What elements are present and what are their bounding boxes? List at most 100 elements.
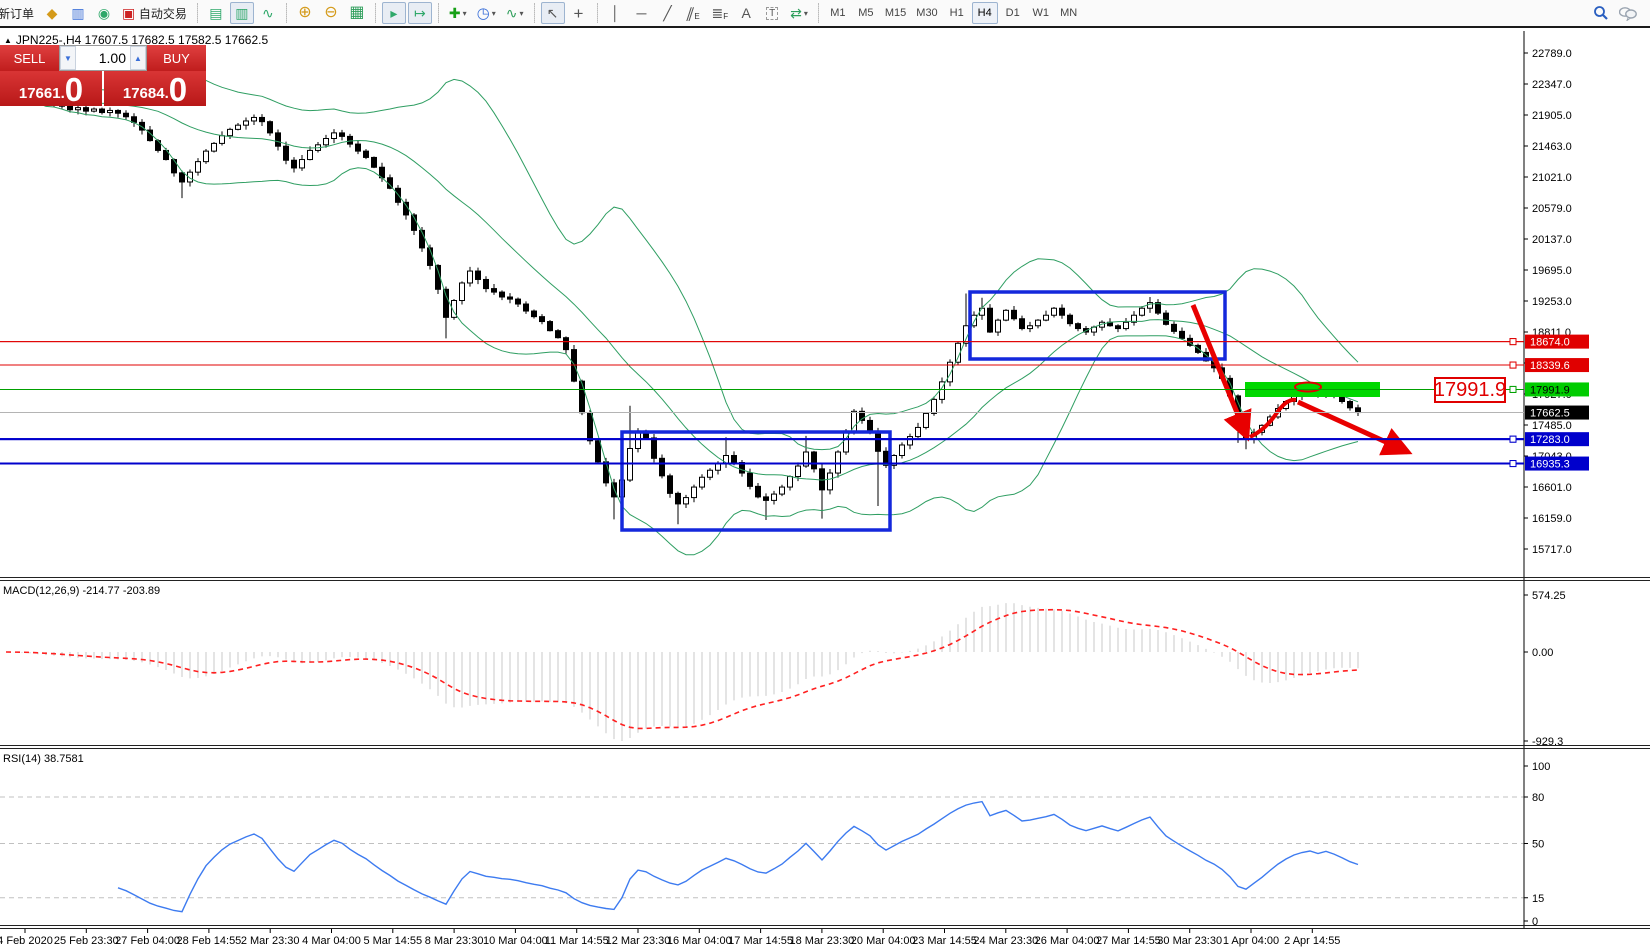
bollinger-upper-line	[38, 75, 1358, 450]
consolidation-box-1[interactable]	[622, 432, 890, 530]
buy-button[interactable]: BUY	[147, 45, 206, 71]
candle-body	[492, 289, 497, 293]
candle-body	[564, 338, 569, 350]
buy-price-button[interactable]: 17684.0	[104, 71, 206, 106]
candle-body	[1052, 308, 1057, 315]
date-axis-label: 4 Feb 2020	[0, 935, 53, 947]
candle-body	[660, 458, 665, 476]
macd-axis-label: 0.00	[1532, 647, 1553, 659]
date-axis-label: 30 Mar 23:30	[1157, 935, 1222, 947]
collapse-icon[interactable]: ▲	[4, 36, 12, 45]
rsi-axis-label: 50	[1532, 839, 1544, 851]
price-callout[interactable]: 17991.9	[1434, 377, 1506, 403]
candle-body	[700, 477, 705, 487]
sell-button[interactable]: SELL	[0, 45, 59, 71]
candle-body	[924, 413, 929, 427]
candle-body	[1028, 326, 1033, 329]
price-axis-label: 22789.0	[1532, 48, 1572, 60]
macd-axis-label: -929.3	[1532, 736, 1563, 748]
volume-increase-button[interactable]: ▲	[130, 46, 146, 70]
candle-body	[780, 487, 785, 494]
candle-body	[852, 411, 857, 431]
rsi-line	[118, 802, 1358, 912]
candle-body	[604, 462, 609, 483]
candle-body	[988, 308, 993, 332]
candle-body	[548, 322, 553, 331]
candle-body	[108, 110, 113, 112]
candle-body	[276, 133, 281, 146]
rsi-label: RSI(14) 38.7581	[3, 753, 84, 765]
candle-body	[484, 279, 489, 288]
level-handle[interactable]	[1510, 362, 1516, 368]
bounce-curve[interactable]	[1250, 400, 1296, 437]
sell-price-pip: 0	[65, 75, 83, 105]
buy-price-pip: 0	[169, 75, 187, 105]
price-axis-label: 19695.0	[1532, 265, 1572, 277]
candle-body	[92, 109, 97, 111]
candle-body	[524, 304, 529, 311]
candle-body	[244, 121, 249, 125]
candle-body	[668, 476, 673, 494]
candle-body	[932, 399, 937, 413]
candle-body	[876, 431, 881, 451]
date-axis-label: 23 Mar 14:55	[912, 935, 977, 947]
candle-body	[820, 469, 825, 490]
candle-body	[796, 466, 801, 477]
level-handle[interactable]	[1510, 461, 1516, 467]
price-axis-label: 21021.0	[1532, 172, 1572, 184]
candle-body	[508, 297, 513, 299]
candle-body	[588, 413, 593, 441]
indicator-panes-layer	[0, 603, 1524, 912]
date-axis-label: 20 Mar 04:00	[851, 935, 916, 947]
candle-body	[996, 320, 1001, 332]
macd-label: MACD(12,26,9) -214.77 -203.89	[3, 585, 160, 597]
candle-body	[308, 150, 313, 159]
trend-arrow-1[interactable]	[1193, 305, 1247, 437]
candle-body	[220, 136, 225, 144]
candle-body	[1172, 324, 1177, 331]
candle-body	[540, 317, 545, 322]
volume-decrease-button[interactable]: ▼	[60, 46, 76, 70]
candle-body	[228, 129, 233, 135]
candle-body	[692, 487, 697, 498]
candle-body	[268, 122, 273, 133]
candle-body	[1164, 313, 1169, 324]
candle-body	[812, 452, 817, 469]
candle-body	[652, 438, 657, 458]
candle-body	[100, 109, 105, 113]
price-axis-label: 22347.0	[1532, 79, 1572, 91]
price-axis-label: 21905.0	[1532, 110, 1572, 122]
candle-body	[580, 381, 585, 413]
candle-body	[916, 427, 921, 436]
candle-body	[124, 113, 129, 117]
candle-body	[772, 494, 777, 500]
macd-axis-label: 574.25	[1532, 590, 1566, 602]
bollinger-middle-line	[38, 96, 1358, 480]
candle-body	[732, 456, 737, 463]
date-axis-label: 4 Mar 04:00	[302, 935, 361, 947]
level-handle[interactable]	[1510, 386, 1516, 392]
date-axis-label: 24 Mar 23:30	[973, 935, 1038, 947]
level-handle[interactable]	[1510, 436, 1516, 442]
chart-canvas[interactable]: 18674.018339.617991.917662.517283.016935…	[0, 0, 1650, 950]
candle-body	[908, 437, 913, 445]
candle-body	[684, 498, 689, 504]
trend-arrow-2[interactable]	[1298, 402, 1408, 452]
macd-signal-line	[6, 610, 1358, 729]
candle-body	[764, 497, 769, 501]
volume-box: ▼ ▲	[59, 45, 147, 71]
level-handle[interactable]	[1510, 339, 1516, 345]
date-axis-label: 27 Mar 14:55	[1096, 935, 1161, 947]
price-axis-label: 19253.0	[1532, 296, 1572, 308]
candle-body	[1180, 331, 1185, 338]
sell-price-button[interactable]: 17661.0	[0, 71, 102, 106]
price-tag-label: 17991.9	[1530, 384, 1570, 396]
price-tag-label: 18339.6	[1530, 360, 1570, 372]
candle-body	[1356, 408, 1361, 413]
volume-input[interactable]	[76, 50, 130, 66]
mt4-window: 新订单 ◆ ▥ ◉ ▣ 自动交易 ▤ ▥ ∿ ⊕ ⊖ ▦ ▸ ↦ ✚▾ ◷▾ ∿…	[0, 0, 1650, 950]
date-axis-label: 16 Mar 04:00	[667, 935, 732, 947]
candle-body	[300, 160, 305, 168]
candle-body	[364, 151, 369, 157]
price-tag-label: 17283.0	[1530, 434, 1570, 446]
